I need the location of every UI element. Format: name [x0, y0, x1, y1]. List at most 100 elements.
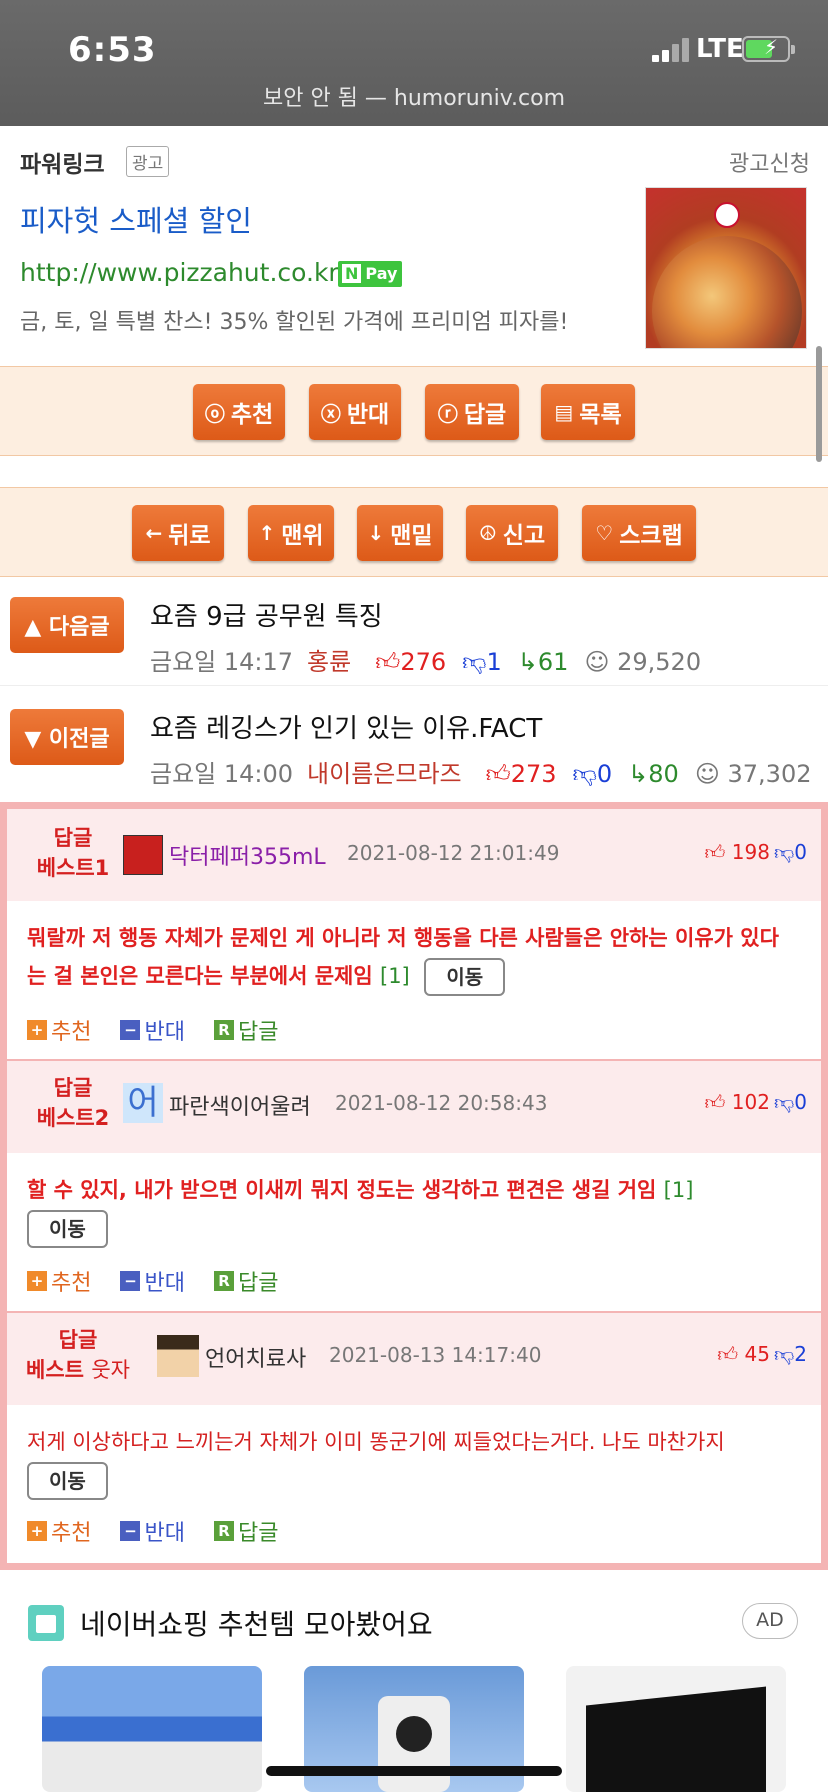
views-icon: ☺: [584, 648, 610, 676]
next-post-title[interactable]: 요즘 9급 공무원 특징: [150, 596, 383, 633]
reply-oppose-button[interactable]: − 반대: [120, 1014, 185, 1046]
best-replies-box: 답글 베스트1 닥터페퍼355mL 2021-08-12 21:01:49 👍︎ …: [0, 802, 828, 1570]
reply-body: 저게 이상하다고 느끼는거 자체가 이미 똥군기에 찌들었다는거다. 나도 마찬…: [27, 1423, 797, 1500]
reply-oppose-button[interactable]: − 반대: [120, 1265, 185, 1297]
ad-url-link[interactable]: http://www.pizzahut.co.kr: [20, 258, 339, 287]
reply-actions: + 추천 − 반대 R 답글: [27, 1014, 300, 1046]
reply-body: 할 수 있지, 내가 받으면 이새끼 뭐지 정도는 생각하고 편견은 생길 거임…: [27, 1171, 797, 1248]
reply-reply-button[interactable]: R 답글: [213, 1265, 278, 1297]
powerlink-label: 파워링크: [20, 152, 105, 178]
reply-recommend-button[interactable]: + 추천: [27, 1515, 91, 1547]
scrap-button[interactable]: ♡ 스크랩: [582, 505, 696, 561]
top-button[interactable]: ↑ 맨위: [248, 505, 334, 561]
reply-button[interactable]: ⓡ 답글: [425, 384, 519, 440]
plus-icon: +: [27, 1271, 47, 1291]
oppose-icon: ⓧ: [320, 401, 341, 426]
reply-r-icon: R: [213, 1521, 234, 1541]
ad-description: 금, 토, 일 특별 찬스! 35% 할인된 가격에 프리미엄 피자를!: [20, 310, 569, 335]
reply-oppose-button[interactable]: − 반대: [120, 1515, 185, 1547]
reply-votes: 👍︎ 45 👎︎2: [717, 1342, 807, 1366]
best-reply-label: 답글 베스트 웃자: [26, 1328, 130, 1382]
pizza-ad-image[interactable]: [645, 187, 807, 349]
list-icon: ▤: [554, 400, 574, 424]
reply-date: 2021-08-12 21:01:49: [347, 841, 560, 865]
scrollbar[interactable]: [816, 346, 822, 462]
recommend-button[interactable]: ⓞ 추천: [193, 384, 285, 440]
views-icon: ☺: [694, 760, 720, 788]
arrow-up-icon: ↑: [258, 521, 276, 545]
post-action-bar: ⓞ 추천 ⓧ 반대 ⓡ 답글 ▤ 목록: [0, 366, 828, 456]
recommend-icon: ⓞ: [204, 401, 225, 426]
avatar: 어: [123, 1083, 163, 1123]
ad-pill[interactable]: AD: [742, 1603, 798, 1639]
best-reply-header: 답글 베스트 웃자 언어치료사 2021-08-13 14:17:40 👍︎ 45…: [7, 1313, 821, 1405]
plus-icon: +: [27, 1020, 47, 1040]
status-bar: 6:53 LTE ⚡ 보안 안 됨 — humoruniv.com: [0, 0, 828, 126]
reply-votes: 👍︎ 198 👎︎0: [704, 840, 808, 864]
shopping-bag-icon: [28, 1605, 64, 1641]
home-indicator[interactable]: [266, 1766, 562, 1776]
reply-recommend-button[interactable]: + 추천: [27, 1014, 91, 1046]
pizza-logo-icon: [714, 202, 740, 228]
battery-icon: ⚡: [742, 35, 795, 62]
thumbs-up-icon: 👍︎: [704, 840, 726, 864]
minus-icon: −: [120, 1521, 141, 1541]
oppose-button[interactable]: ⓧ 반대: [309, 384, 401, 440]
thumbs-up-icon: 👍︎: [717, 1342, 739, 1366]
thumbs-up-icon: 👍︎: [704, 1090, 726, 1114]
move-button[interactable]: 이동: [424, 958, 506, 996]
thumbs-down-icon: 👎︎: [773, 1342, 795, 1366]
next-post-button[interactable]: ▲ 다음글: [10, 597, 124, 653]
list-button[interactable]: ▤ 목록: [541, 384, 635, 440]
shopping-title[interactable]: 네이버쇼핑 추천템 모아봤어요: [80, 1603, 433, 1643]
minus-icon: −: [120, 1020, 141, 1040]
shop-item-tent-image[interactable]: [42, 1666, 262, 1792]
reply-reply-button[interactable]: R 답글: [213, 1515, 278, 1547]
npay-badge: N Pay: [338, 261, 402, 287]
ad-apply-link[interactable]: 광고신청: [729, 146, 810, 178]
reply-author[interactable]: 닥터페퍼355mL: [169, 839, 326, 871]
thumbs-down-icon: 👎︎: [773, 840, 795, 864]
status-time: 6:53: [68, 30, 157, 70]
reply-recommend-button[interactable]: + 추천: [27, 1265, 91, 1297]
thumbs-up-icon: 👍︎: [485, 760, 511, 788]
move-button[interactable]: 이동: [27, 1462, 108, 1500]
thumbs-up-icon: 👍︎: [375, 648, 401, 676]
next-post-meta: 금요일 14:17 홍륜 👍︎276 👎︎1 ↳61 ☺ 29,520: [150, 648, 702, 676]
reply-reply-button[interactable]: R 답글: [213, 1014, 278, 1046]
reply-body: 뭐랄까 저 행동 자체가 문제인 게 아니라 저 행동을 다른 사람들은 안하는…: [27, 919, 797, 996]
plus-icon: +: [27, 1521, 47, 1541]
post-date: 금요일 14:17: [150, 648, 294, 676]
reply-author[interactable]: 언어치료사: [205, 1341, 306, 1373]
heart-icon: ♡: [595, 521, 614, 545]
best-reply-label: 답글 베스트1: [36, 826, 110, 880]
ad-title-link[interactable]: 피자헛 스페셜 할인: [20, 198, 252, 240]
nav-action-bar: ← 뒤로 ↑ 맨위 ↓ 맨밑 ☮ 신고 ♡ 스크랩: [0, 487, 828, 577]
post-author[interactable]: 홍륜: [307, 648, 351, 676]
signal-icon: [652, 38, 692, 62]
reply-arrow-icon: ↳: [628, 760, 649, 788]
reply-author[interactable]: 파란색이어울려: [169, 1089, 311, 1121]
post-date: 금요일 14:00: [150, 760, 294, 788]
next-post-row[interactable]: ▲ 다음글 요즘 9급 공무원 특징 금요일 14:17 홍륜 👍︎276 👎︎1 ↳6…: [0, 578, 828, 686]
reply-date: 2021-08-13 14:17:40: [329, 1343, 542, 1367]
pixel-face-avatar: [157, 1335, 199, 1377]
address-bar[interactable]: 보안 안 됨 — humoruniv.com: [0, 80, 828, 112]
prev-post-title[interactable]: 요즘 레깅스가 인기 있는 이유.FACT: [150, 708, 542, 745]
arrow-down-icon: ↓: [367, 521, 385, 545]
bottom-button[interactable]: ↓ 맨밑: [357, 505, 443, 561]
reply-actions: + 추천 − 반대 R 답글: [27, 1265, 300, 1297]
arrow-left-icon: ←: [145, 521, 163, 545]
prev-post-row[interactable]: ▼ 이전글 요즘 레깅스가 인기 있는 이유.FACT 금요일 14:00 내이름…: [0, 690, 828, 798]
report-icon: ☮: [478, 521, 497, 545]
post-author[interactable]: 내이름은므라즈: [307, 760, 462, 788]
report-button[interactable]: ☮ 신고: [466, 505, 558, 561]
prev-post-button[interactable]: ▼ 이전글: [10, 709, 124, 765]
best-reply-label: 답글 베스트2: [36, 1076, 110, 1130]
minus-icon: −: [120, 1271, 141, 1291]
back-button[interactable]: ← 뒤로: [132, 505, 224, 561]
shop-item-monitor-image[interactable]: [566, 1666, 786, 1792]
network-label: LTE: [696, 34, 744, 64]
best-reply-header: 답글 베스트1 닥터페퍼355mL 2021-08-12 21:01:49 👍︎ …: [7, 809, 821, 901]
move-button[interactable]: 이동: [27, 1210, 108, 1248]
